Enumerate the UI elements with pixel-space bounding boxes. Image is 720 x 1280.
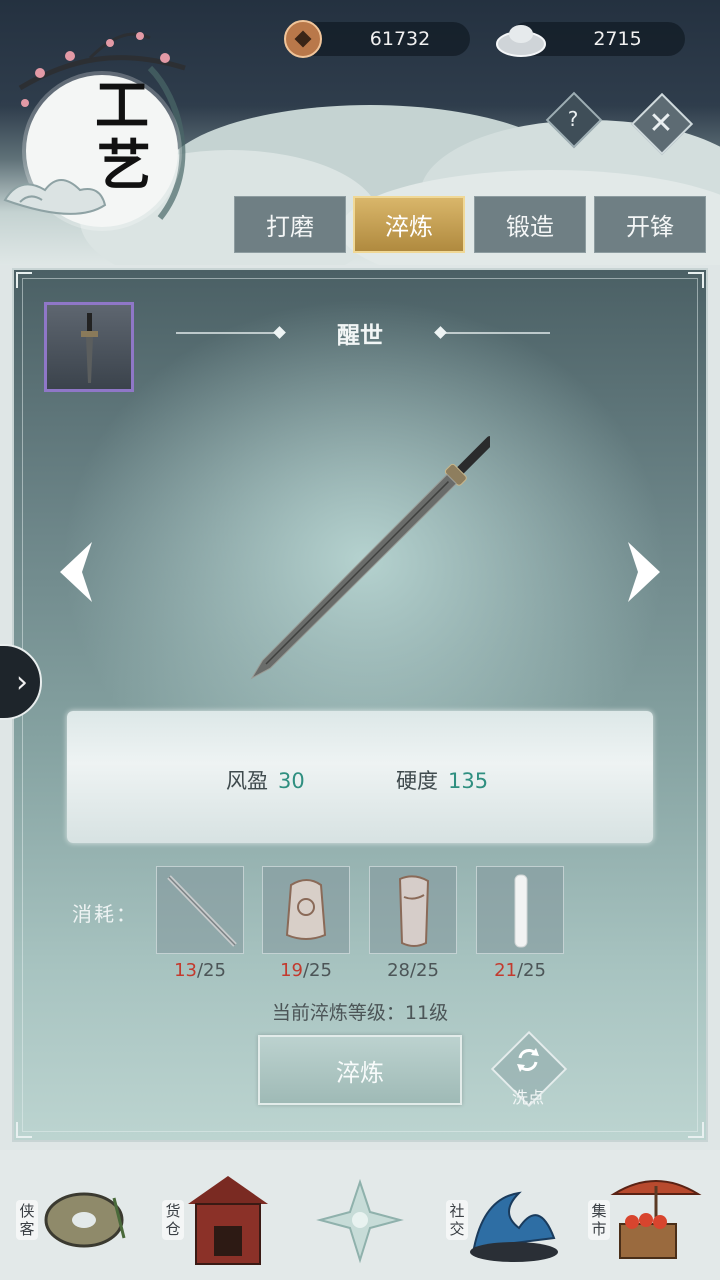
silver-currency: 2715 bbox=[496, 22, 685, 57]
nav-heroes[interactable]: 侠客 bbox=[14, 1168, 134, 1272]
stat-value: 30 bbox=[278, 769, 305, 793]
close-icon: ✕ bbox=[648, 105, 674, 141]
tab-polish[interactable]: 打磨 bbox=[234, 196, 346, 253]
page-title-char: 艺 bbox=[97, 133, 151, 197]
material-count: 19/25 bbox=[280, 960, 332, 981]
sword-thumbnail-icon bbox=[81, 313, 98, 383]
compass-flower-icon bbox=[316, 1178, 404, 1264]
help-icon: ? bbox=[567, 107, 579, 131]
material-count: 21/25 bbox=[494, 960, 546, 981]
copper-coin-icon bbox=[284, 20, 322, 58]
copper-amount: 61732 bbox=[369, 28, 431, 50]
material-count: 13/25 bbox=[174, 960, 226, 981]
stat-value: 135 bbox=[448, 769, 489, 793]
stat-label: 风盈 bbox=[226, 769, 268, 793]
prev-item-arrow-icon[interactable] bbox=[56, 540, 96, 604]
material-slot[interactable] bbox=[156, 866, 244, 954]
nav-social[interactable]: 社交 bbox=[444, 1168, 564, 1272]
armor-piece-icon bbox=[285, 879, 327, 940]
nav-label: 集市 bbox=[588, 1200, 610, 1240]
nav-label: 社交 bbox=[446, 1200, 468, 1240]
reset-points-button[interactable]: 洗点 bbox=[490, 1030, 568, 1108]
help-button[interactable]: ? bbox=[545, 91, 603, 149]
temper-button[interactable]: 淬炼 bbox=[258, 1035, 462, 1105]
stat-label: 硬度 bbox=[396, 769, 438, 793]
bracer-icon bbox=[398, 875, 430, 947]
stat-hardness: 硬度 135 bbox=[396, 765, 488, 795]
next-item-arrow-icon[interactable] bbox=[624, 540, 664, 604]
temper-level-text: 当前淬炼等级：11级 bbox=[271, 1002, 449, 1024]
stats-box bbox=[67, 711, 653, 843]
reset-label: 洗点 bbox=[511, 1088, 544, 1107]
material-slot[interactable] bbox=[369, 866, 457, 954]
material-slot[interactable] bbox=[262, 866, 350, 954]
item-name: 醒世 bbox=[337, 323, 383, 349]
tab-forge[interactable]: 锻造 bbox=[474, 196, 586, 253]
iron-rod-icon bbox=[167, 875, 237, 947]
copper-currency: 61732 bbox=[284, 20, 470, 58]
jade-bar-icon bbox=[514, 874, 528, 948]
silver-amount: 2715 bbox=[593, 28, 642, 50]
nav-market[interactable]: 集市 bbox=[586, 1168, 706, 1272]
sword-image bbox=[250, 436, 490, 680]
close-button[interactable]: ✕ bbox=[630, 92, 694, 156]
nav-home[interactable] bbox=[310, 1168, 410, 1272]
stat-wind: 风盈 30 bbox=[226, 765, 305, 795]
page-title-char: 工 bbox=[95, 73, 149, 137]
tab-temper[interactable]: 淬炼 bbox=[353, 196, 465, 253]
item-thumbnail[interactable] bbox=[44, 302, 134, 392]
refresh-icon bbox=[517, 1048, 539, 1072]
silver-ingot-icon bbox=[496, 25, 546, 57]
nav-warehouse[interactable]: 货仓 bbox=[158, 1168, 278, 1272]
material-slot[interactable] bbox=[476, 866, 564, 954]
tab-sharpen[interactable]: 开锋 bbox=[594, 196, 706, 253]
consume-label: 消耗： bbox=[72, 902, 138, 926]
material-count: 28/25 bbox=[387, 960, 439, 981]
nav-label: 侠客 bbox=[16, 1200, 38, 1240]
nav-label: 货仓 bbox=[162, 1200, 184, 1240]
